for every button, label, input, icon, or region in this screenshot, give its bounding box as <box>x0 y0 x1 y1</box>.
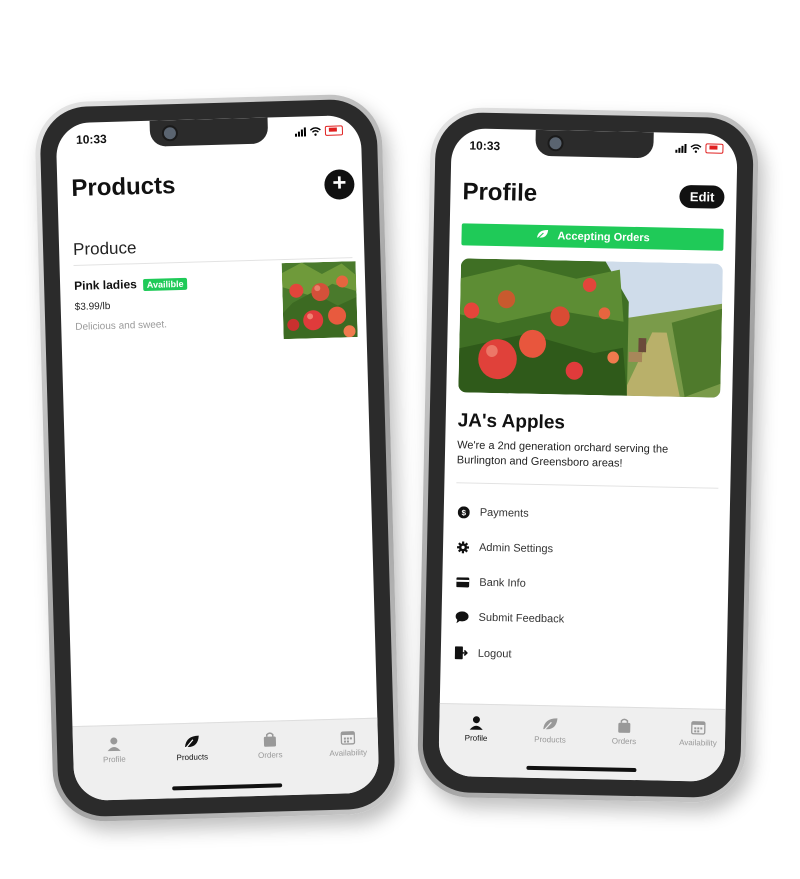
person-icon <box>107 737 121 752</box>
phone-notch <box>535 129 654 159</box>
product-price: $3.99/lb <box>74 300 111 313</box>
page-title: Products <box>71 172 176 202</box>
menu-item-logout[interactable]: Logout <box>454 646 512 660</box>
wifi-icon <box>309 126 321 136</box>
signal-icon <box>675 143 687 153</box>
menu-item-label: Submit Feedback <box>478 611 565 626</box>
camera <box>547 135 564 152</box>
camera <box>161 124 178 142</box>
tab-availability[interactable]: Availability <box>663 719 734 748</box>
tab-label: Profile <box>102 754 126 765</box>
product-name[interactable]: Pink ladies Availible <box>74 276 188 293</box>
bag-icon <box>618 718 631 733</box>
phone-bezel: 10:33 Profile Edit Accepting Orders JA's… <box>421 111 755 799</box>
status-time: 10:33 <box>75 131 107 147</box>
business-description: We're a 2nd generation orchard serving t… <box>456 439 669 470</box>
accepting-orders-label: Accepting Orders <box>557 230 650 245</box>
products-screen: 10:33 Products + Produce Pink ladies Avai… <box>55 114 380 802</box>
calendar-icon <box>340 731 356 745</box>
tab-label: Profile <box>464 733 488 743</box>
leaf-icon <box>542 718 558 732</box>
business-name: JA's Apples <box>457 410 566 434</box>
tab-label: Orders <box>611 736 637 747</box>
product-photo[interactable] <box>281 261 358 340</box>
tab-orders[interactable]: Orders <box>235 731 306 761</box>
home-indicator[interactable] <box>526 765 637 773</box>
leaf-icon <box>184 735 199 750</box>
battery-icon <box>324 125 344 136</box>
accepting-orders-banner[interactable]: Accepting Orders <box>461 223 724 251</box>
tab-label: Availability <box>329 747 368 758</box>
tab-label: Orders <box>257 750 283 760</box>
page-title: Profile <box>462 178 538 207</box>
dollar-circle-icon: $ <box>457 506 470 519</box>
status-icons <box>294 125 344 137</box>
tab-bar: Profile Products Orders Availability <box>438 702 726 782</box>
orchard-banner-photo <box>458 258 724 398</box>
menu-item-label: Logout <box>477 647 512 660</box>
signal-icon <box>294 126 307 137</box>
bag-icon <box>263 732 277 747</box>
tab-label: Availability <box>679 737 717 748</box>
menu-item-bank-info[interactable]: Bank Info <box>456 576 526 590</box>
section-title: Produce <box>72 238 137 259</box>
product-name-text: Pink ladies <box>73 277 138 293</box>
profile-phone: 10:33 Profile Edit Accepting Orders JA's… <box>416 106 760 804</box>
battery-icon <box>705 143 724 154</box>
product-description: Delicious and sweet. <box>75 319 168 333</box>
tab-label: Products <box>176 752 209 763</box>
phone-bezel: 10:33 Products + Produce Pink ladies Avai… <box>39 98 396 818</box>
menu-item-admin-settings[interactable]: Admin Settings <box>457 541 553 555</box>
gear-icon <box>457 541 470 554</box>
menu-item-payments[interactable]: $ Payments <box>457 506 529 520</box>
profile-screen: 10:33 Profile Edit Accepting Orders JA's… <box>438 128 738 782</box>
tab-orders[interactable]: Orders <box>589 717 660 746</box>
tab-products[interactable]: Products <box>157 733 228 763</box>
menu-item-label: Payments <box>479 506 529 520</box>
products-phone: 10:33 Products + Produce Pink ladies Avai… <box>34 93 401 823</box>
tab-products[interactable]: Products <box>515 716 586 745</box>
status-time: 10:33 <box>469 138 501 154</box>
chat-bubble-icon <box>455 611 469 624</box>
tab-profile[interactable]: Profile <box>79 735 150 765</box>
edit-button[interactable]: Edit <box>679 184 725 209</box>
home-indicator[interactable] <box>171 783 282 791</box>
svg-text:$: $ <box>461 508 466 517</box>
calendar-icon <box>691 721 706 735</box>
phone-notch <box>149 117 268 147</box>
person-icon <box>469 716 483 730</box>
availability-badge: Availible <box>142 277 188 291</box>
tab-bar: Profile Products Orders Availability <box>72 717 380 802</box>
menu-item-label: Bank Info <box>479 576 526 590</box>
add-product-button[interactable]: + <box>323 169 355 200</box>
logout-icon <box>454 646 468 660</box>
leaf-icon <box>536 229 548 240</box>
tab-profile[interactable]: Profile <box>441 714 512 743</box>
divider <box>456 482 719 489</box>
tab-label: Products <box>534 734 566 745</box>
wifi-icon <box>690 143 702 153</box>
menu-item-label: Admin Settings <box>478 541 554 556</box>
credit-card-icon <box>456 577 470 588</box>
menu-item-submit-feedback[interactable]: Submit Feedback <box>455 611 565 626</box>
tab-availability[interactable]: Availability <box>313 728 380 758</box>
status-icons <box>675 143 724 154</box>
